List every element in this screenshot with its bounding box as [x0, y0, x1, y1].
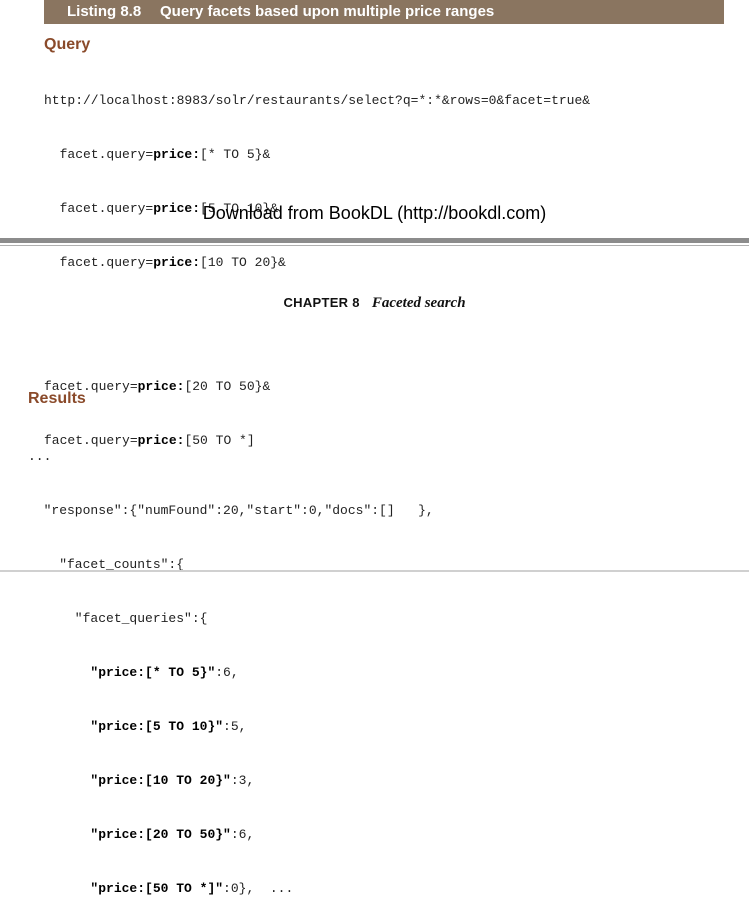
code-line: "price:[5 TO 10}":5,	[90, 719, 247, 734]
code-line: "price:[* TO 5}":6,	[90, 665, 239, 680]
code-line: facet.query=price:[10 TO 20}&	[44, 255, 286, 270]
chapter-title: Faceted search	[371, 295, 466, 311]
code-line: "response":{"numFound":20,"start":0,"doc…	[28, 503, 434, 518]
listing-header-bar: Listing 8.8 Query facets based upon mult…	[44, 0, 724, 24]
query-heading: Query	[44, 36, 91, 53]
code-line: "price:[50 TO *]":0}, ...	[90, 881, 294, 896]
chapter-label: CHAPTER 8	[283, 295, 360, 310]
code-line: "price:[20 TO 50}":6,	[90, 827, 255, 842]
code-line: ...	[28, 449, 52, 464]
code-line: "price:[10 TO 20}":3,	[90, 773, 255, 788]
results-code-block: ... "response":{"numFound":20,"start":0,…	[28, 412, 434, 916]
listing-number: Listing 8.8	[67, 3, 142, 20]
page-break-rule-thin	[0, 245, 749, 246]
code-line: facet.query=price:[* TO 5}&	[44, 147, 271, 162]
listing-title: Query facets based upon multiple price r…	[160, 3, 495, 20]
code-line: "facet_queries":{	[28, 611, 208, 626]
results-heading: Results	[28, 390, 86, 407]
page-break-rule	[0, 238, 749, 243]
running-head: CHAPTER 8 Faceted search	[0, 294, 749, 312]
query-code-block: http://localhost:8983/solr/restaurants/s…	[44, 56, 590, 290]
code-line: http://localhost:8983/solr/restaurants/s…	[44, 93, 591, 108]
download-note: Download from BookDL (http://bookdl.com)	[202, 203, 547, 223]
